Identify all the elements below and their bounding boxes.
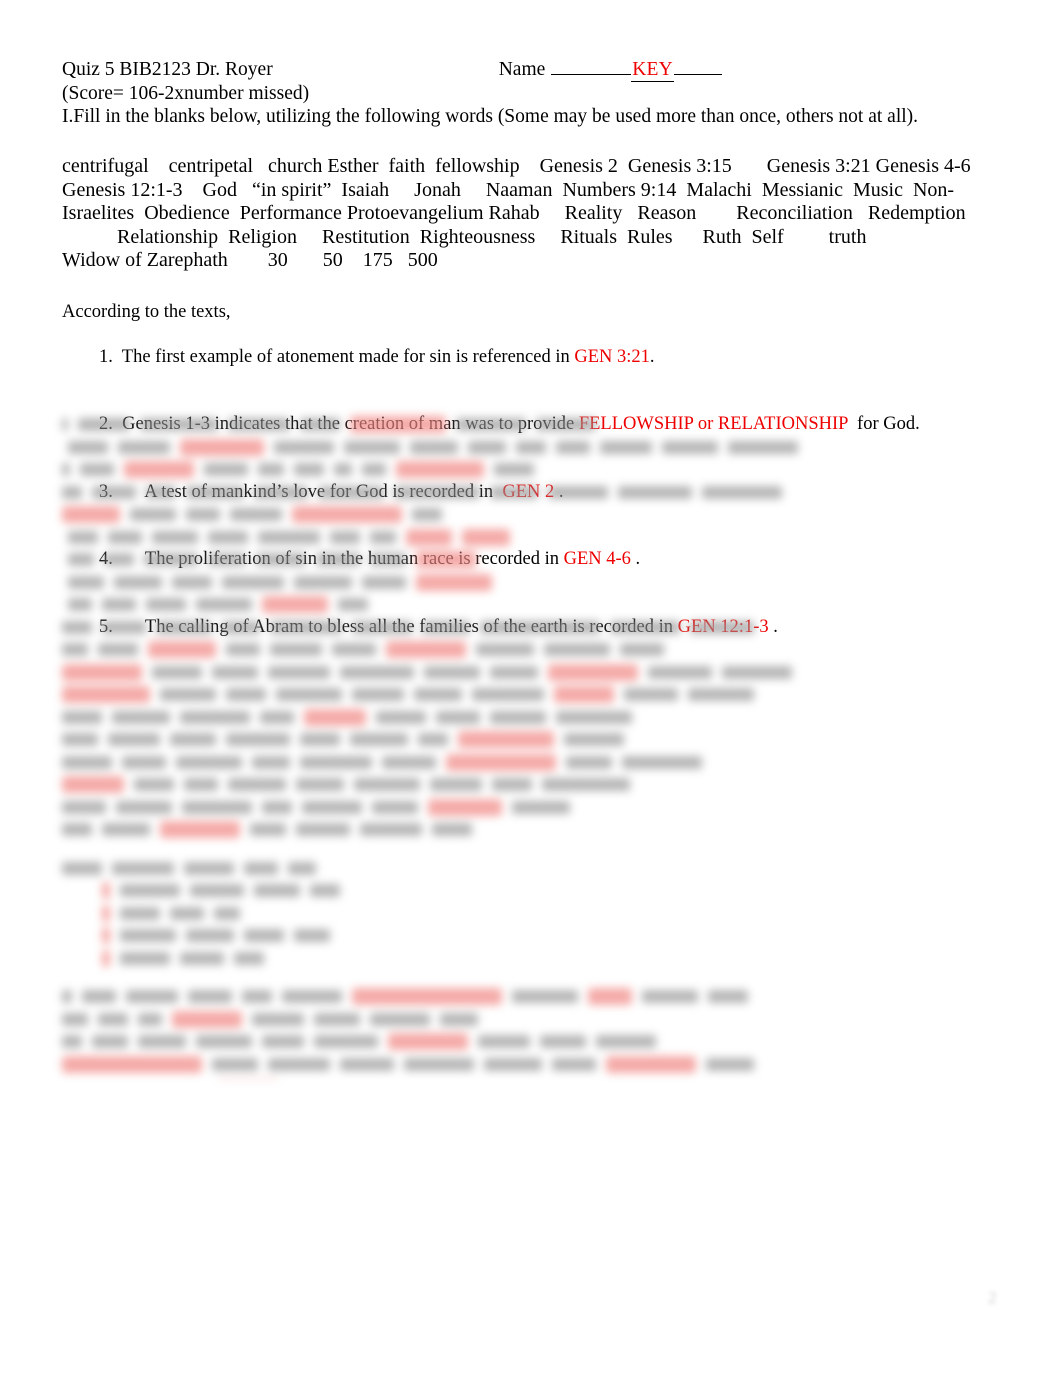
page-number-mark: 2 (988, 1288, 997, 1307)
word-bank: centrifugal centripetal church Esther fa… (62, 155, 1002, 273)
score-formula-line: (Score= 106-2xnumber missed) (62, 83, 310, 104)
word-bank-line: centrifugal centripetal church Esther fa… (62, 155, 971, 177)
questions-intro: According to the texts, (62, 301, 231, 322)
name-field-block: Name KEY (499, 58, 722, 82)
name-label: Name (498, 59, 546, 80)
name-rule-right (673, 59, 722, 75)
instructions-line: I.Fill in the blanks below, utilizing th… (62, 106, 919, 127)
word-bank-line: Widow of Zarephath 30 50 175 500 (62, 249, 438, 271)
name-value-key: KEY (631, 59, 674, 82)
question-text: The first example of atonement made for … (121, 346, 575, 367)
question-gap (113, 347, 122, 367)
header-row: Quiz 5 BIB2123 Dr. Royer Name KEY (62, 58, 1002, 82)
quiz-document-page: Quiz 5 BIB2123 Dr. Royer Name KEY (Score=… (0, 0, 1062, 1377)
name-rule-left (551, 59, 632, 75)
question-number: 1. (99, 346, 113, 367)
word-bank-line: Genesis 12:1-3 God “in spirit” Isaiah Jo… (62, 178, 955, 201)
question-item: 1. The first example of atonement made f… (62, 323, 1002, 391)
word-bank-line: Israelites Obedience Performance Protoev… (62, 202, 966, 224)
question-text-after: . (649, 346, 655, 367)
page-title: Quiz 5 BIB2123 Dr. Royer (62, 59, 273, 80)
blurred-quiz-body (62, 414, 1007, 1079)
question-answer: GEN 3:21 (574, 346, 650, 367)
word-bank-line: Relationship Religion Restitution Righte… (62, 225, 867, 248)
